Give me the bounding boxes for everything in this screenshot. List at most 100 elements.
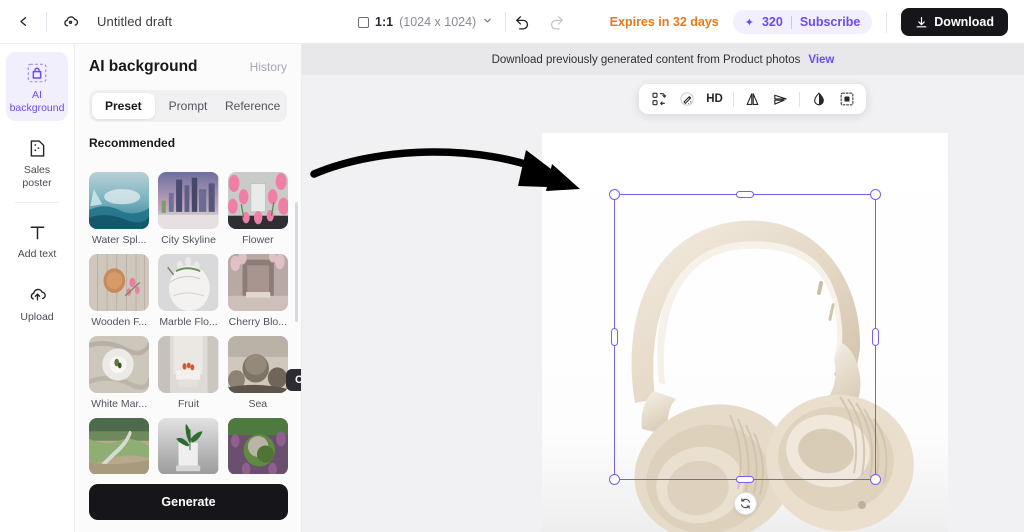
expiry-notice: Expires in 32 days bbox=[609, 15, 719, 29]
toolbar-separator-2 bbox=[799, 91, 800, 107]
preset-item-wooden-floor[interactable]: Wooden F... bbox=[89, 254, 150, 328]
resize-handle-bottom-right[interactable] bbox=[870, 474, 881, 485]
preset-label: Sea bbox=[248, 398, 268, 410]
preset-item-cherry-blossoms[interactable]: Cherry Blo... bbox=[227, 254, 288, 328]
preset-item-sea[interactable]: Sea bbox=[227, 336, 288, 410]
page-title: AI background bbox=[89, 58, 198, 75]
panel-tabs: Preset Prompt Reference bbox=[89, 90, 287, 122]
credits-pill[interactable]: ✦ 320 Subscribe bbox=[732, 10, 873, 34]
preset-thumbnail bbox=[227, 418, 288, 475]
cloud-save-icon[interactable] bbox=[47, 12, 93, 31]
download-button[interactable]: Download bbox=[901, 8, 1008, 36]
magic-eraser-icon[interactable] bbox=[674, 87, 699, 112]
preset-thumbnail bbox=[158, 254, 219, 311]
resize-handle-right[interactable] bbox=[872, 328, 879, 346]
redo-button[interactable] bbox=[540, 5, 574, 39]
hd-label: HD bbox=[706, 93, 723, 105]
preset-thumbnail bbox=[89, 254, 150, 311]
rail-divider bbox=[15, 202, 59, 203]
download-label: Download bbox=[934, 15, 994, 29]
document-title[interactable]: Untitled draft bbox=[97, 14, 172, 29]
preset-item-water-splash[interactable]: Water Spl... bbox=[89, 172, 150, 246]
preset-label: Flower bbox=[242, 234, 274, 246]
top-bar-right: Expires in 32 days ✦ 320 Subscribe Downl… bbox=[504, 0, 1024, 44]
preset-grid: Water Spl... City Skyline Flower Wooden … bbox=[75, 172, 301, 492]
preset-thumbnail bbox=[227, 172, 288, 229]
preset-item-white-marble[interactable]: White Mar... bbox=[89, 336, 150, 410]
preset-label: Water Spl... bbox=[91, 234, 147, 246]
sidebar-item-add-text[interactable]: Add text bbox=[6, 211, 68, 268]
resize-handle-bottom[interactable] bbox=[736, 476, 754, 483]
generate-button[interactable]: Generate bbox=[89, 484, 288, 520]
preset-thumbnail bbox=[89, 418, 150, 475]
rotate-icon bbox=[740, 498, 751, 509]
credits-divider bbox=[790, 15, 792, 29]
resize-handle-bottom-left[interactable] bbox=[609, 474, 620, 485]
replace-object-icon[interactable] bbox=[646, 87, 671, 112]
sidebar-item-sales-poster[interactable]: Sales poster bbox=[6, 127, 68, 196]
sidebar-item-ai-background[interactable]: AI background bbox=[6, 52, 68, 121]
preset-thumbnail bbox=[158, 336, 219, 393]
tab-prompt[interactable]: Prompt bbox=[157, 93, 220, 119]
resize-handle-top-left[interactable] bbox=[609, 189, 620, 200]
panel-scrollbar[interactable] bbox=[295, 202, 298, 322]
preset-tooltip: Cherry Blossoms bbox=[286, 369, 301, 391]
toolbar-divider-3 bbox=[886, 11, 888, 33]
selection-bounding-box[interactable] bbox=[609, 189, 881, 485]
download-banner: Download previously generated content fr… bbox=[302, 44, 1024, 75]
sales-poster-icon bbox=[8, 135, 66, 161]
rotate-handle[interactable] bbox=[734, 492, 757, 515]
top-bar: Untitled draft 1:1 (1024 x 1024) Expires… bbox=[0, 0, 1024, 44]
shadow-icon[interactable] bbox=[806, 87, 831, 112]
preset-item-fruit[interactable]: Fruit bbox=[158, 336, 219, 410]
preset-thumbnail bbox=[158, 418, 219, 475]
tab-reference[interactable]: Reference bbox=[221, 93, 284, 119]
preset-label: Fruit bbox=[177, 398, 199, 410]
preset-item-flower[interactable]: Flower bbox=[227, 172, 288, 246]
preset-label: Marble Flo... bbox=[159, 316, 218, 328]
ai-background-bag-icon bbox=[8, 60, 66, 86]
preset-label: City Skyline bbox=[161, 234, 216, 246]
square-ratio-icon bbox=[358, 16, 369, 28]
banner-view-link[interactable]: View bbox=[808, 54, 834, 66]
canvas-stage: Download previously generated content fr… bbox=[302, 44, 1024, 532]
back-button[interactable] bbox=[0, 14, 46, 29]
flip-vertical-icon[interactable] bbox=[768, 87, 793, 112]
preset-item-city-skyline[interactable]: City Skyline bbox=[158, 172, 219, 246]
history-link[interactable]: History bbox=[250, 60, 287, 74]
hd-upscale-button[interactable]: HD bbox=[702, 87, 727, 112]
resize-handle-top[interactable] bbox=[736, 191, 754, 198]
section-title-recommended: Recommended bbox=[89, 136, 176, 150]
tab-preset[interactable]: Preset bbox=[92, 93, 155, 119]
generate-bar: Generate bbox=[75, 474, 301, 532]
resize-handle-left[interactable] bbox=[611, 328, 618, 346]
sidebar-item-label: Add text bbox=[17, 248, 57, 260]
add-text-icon bbox=[8, 219, 66, 245]
sparkle-icon: ✦ bbox=[744, 16, 754, 29]
preset-thumbnail bbox=[227, 254, 288, 311]
upload-cloud-icon bbox=[8, 282, 66, 308]
ai-background-panel: AI background History Preset Prompt Refe… bbox=[75, 44, 302, 532]
resize-handle-top-right[interactable] bbox=[870, 189, 881, 200]
preset-item-marble-floor[interactable]: Marble Flo... bbox=[158, 254, 219, 328]
sidebar-item-label: Sales poster bbox=[22, 164, 52, 189]
sidebar-item-label: AI background bbox=[9, 89, 65, 114]
preset-label: Wooden F... bbox=[91, 316, 148, 328]
cutout-select-icon[interactable] bbox=[834, 87, 859, 112]
ratio-label: 1:1 bbox=[375, 15, 394, 29]
preset-label: Cherry Blo... bbox=[228, 316, 287, 328]
ratio-dimensions: (1024 x 1024) bbox=[399, 15, 477, 29]
preset-thumbnail bbox=[227, 336, 288, 393]
chevron-down-icon bbox=[482, 15, 493, 29]
toolbar-separator bbox=[733, 91, 734, 107]
app-root: Untitled draft 1:1 (1024 x 1024) Expires… bbox=[0, 0, 1024, 532]
left-rail: AI background Sales poster Add text Uplo… bbox=[0, 44, 75, 532]
panel-header: AI background History bbox=[75, 44, 301, 76]
aspect-ratio-selector[interactable]: 1:1 (1024 x 1024) bbox=[358, 0, 493, 44]
banner-text: Download previously generated content fr… bbox=[491, 53, 801, 66]
flip-horizontal-icon[interactable] bbox=[740, 87, 765, 112]
preset-thumbnail bbox=[89, 172, 150, 229]
subscribe-link[interactable]: Subscribe bbox=[800, 15, 860, 29]
sidebar-item-upload[interactable]: Upload bbox=[6, 274, 68, 331]
undo-button[interactable] bbox=[506, 5, 540, 39]
